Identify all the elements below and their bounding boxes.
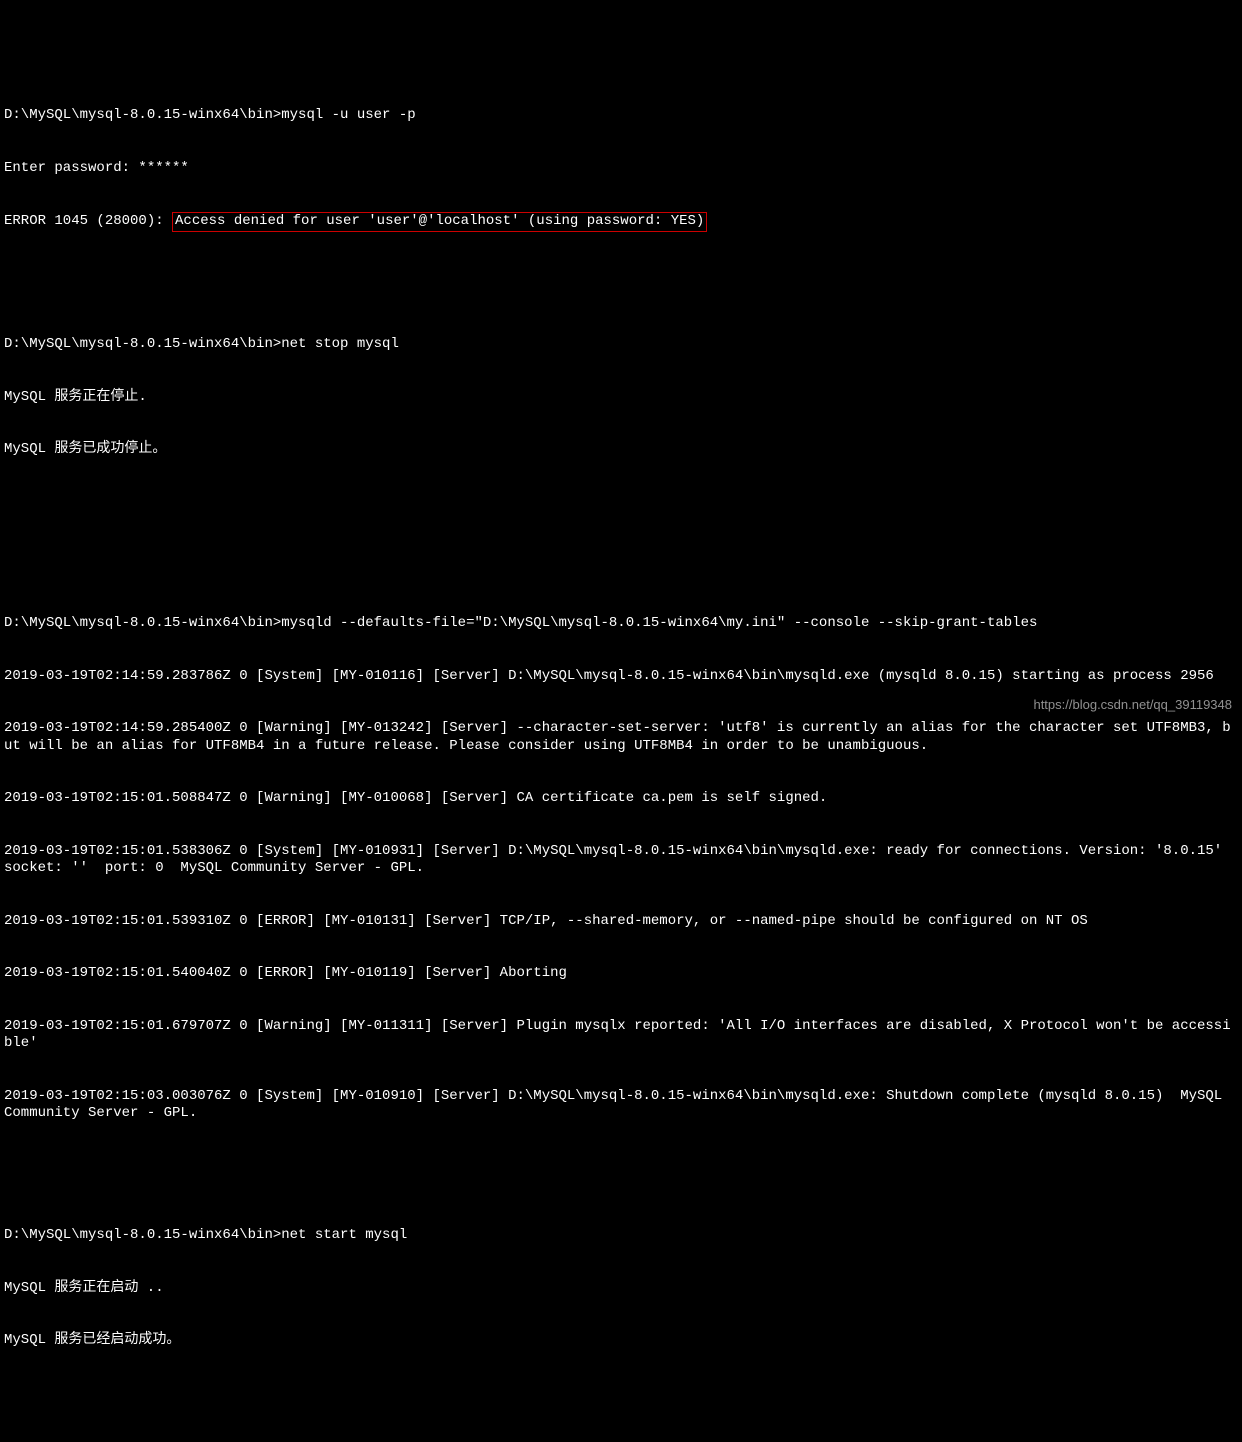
terminal-line: D:\MySQL\mysql-8.0.15-winx64\bin>mysql -… — [4, 107, 1238, 125]
blank-line — [4, 1385, 1238, 1402]
error-prefix: ERROR 1045 (28000): — [4, 213, 172, 229]
terminal-output[interactable]: D:\MySQL\mysql-8.0.15-winx64\bin>mysql -… — [4, 72, 1238, 1442]
terminal-error-line: ERROR 1045 (28000): Access denied for us… — [4, 212, 1238, 232]
terminal-line: 2019-03-19T02:14:59.285400Z 0 [Warning] … — [4, 720, 1238, 755]
blank-line — [4, 546, 1238, 563]
error-highlight-box: Access denied for user 'user'@'localhost… — [172, 212, 707, 232]
terminal-line: MySQL 服务正在停止. — [4, 389, 1238, 407]
terminal-line: 2019-03-19T02:15:01.540040Z 0 [ERROR] [M… — [4, 965, 1238, 983]
blank-line — [4, 267, 1238, 284]
blank-line — [4, 1158, 1238, 1175]
terminal-line: 2019-03-19T02:14:59.283786Z 0 [System] [… — [4, 668, 1238, 686]
terminal-line: 2019-03-19T02:15:03.003076Z 0 [System] [… — [4, 1088, 1238, 1123]
terminal-line: D:\MySQL\mysql-8.0.15-winx64\bin>net sto… — [4, 336, 1238, 354]
terminal-line: MySQL 服务已经启动成功。 — [4, 1332, 1238, 1350]
terminal-line: MySQL 服务正在启动 .. — [4, 1280, 1238, 1298]
terminal-line: D:\MySQL\mysql-8.0.15-winx64\bin>net sta… — [4, 1227, 1238, 1245]
terminal-line: D:\MySQL\mysql-8.0.15-winx64\bin>mysqld … — [4, 615, 1238, 633]
watermark-text: https://blog.csdn.net/qq_39119348 — [1033, 697, 1232, 713]
terminal-line: Enter password: ****** — [4, 160, 1238, 178]
terminal-line: 2019-03-19T02:15:01.538306Z 0 [System] [… — [4, 843, 1238, 878]
terminal-line: 2019-03-19T02:15:01.679707Z 0 [Warning] … — [4, 1018, 1238, 1053]
terminal-line: 2019-03-19T02:15:01.508847Z 0 [Warning] … — [4, 790, 1238, 808]
terminal-line: 2019-03-19T02:15:01.539310Z 0 [ERROR] [M… — [4, 913, 1238, 931]
terminal-line: MySQL 服务已成功停止。 — [4, 441, 1238, 459]
blank-line — [4, 494, 1238, 511]
blank-line — [4, 1437, 1238, 1442]
